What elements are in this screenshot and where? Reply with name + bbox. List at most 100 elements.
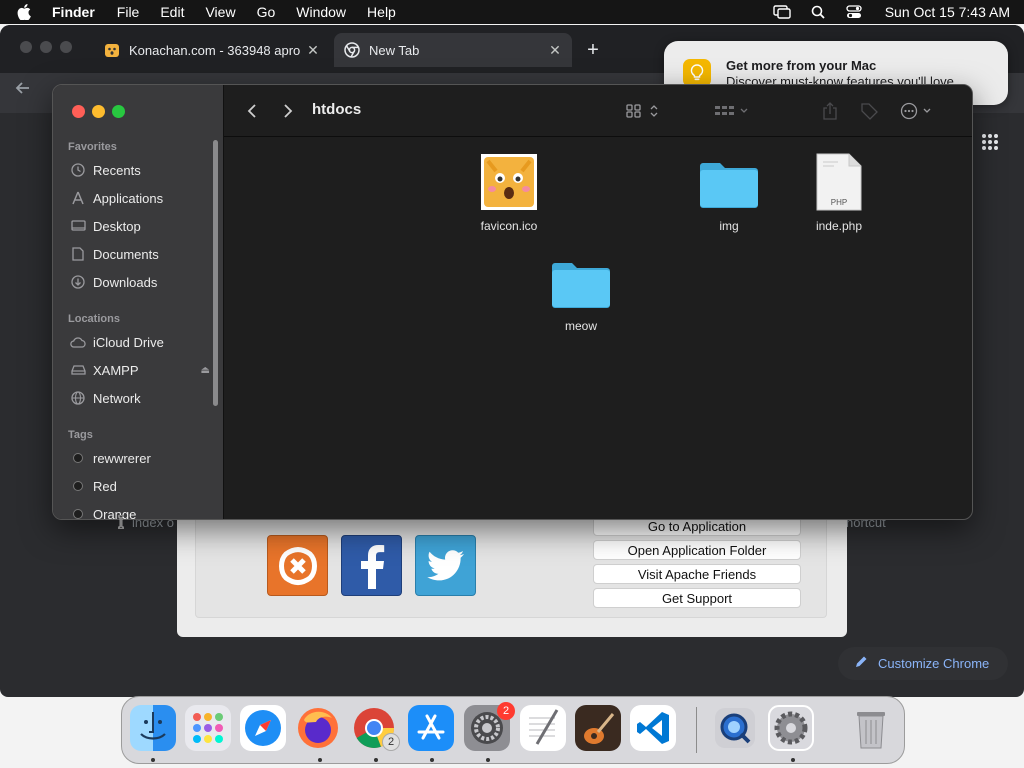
locations-header: Locations xyxy=(68,313,120,325)
sidebar-item-documents[interactable]: Documents xyxy=(70,243,210,265)
text-cursor-icon xyxy=(116,514,126,530)
sidebar-item-label: Desktop xyxy=(93,218,141,234)
get-support-button[interactable]: Get Support xyxy=(593,588,801,608)
running-indicator xyxy=(430,758,434,762)
dock-firefox-icon[interactable] xyxy=(295,705,341,751)
sidebar-item-recents[interactable]: Recents xyxy=(70,159,210,181)
notification-title: Get more from your Mac xyxy=(726,57,877,73)
menu-help[interactable]: Help xyxy=(367,4,396,20)
sidebar-item-downloads[interactable]: Downloads xyxy=(70,271,210,293)
control-center-icon[interactable] xyxy=(845,4,863,20)
view-mode-icon[interactable] xyxy=(625,101,661,121)
folder-meow[interactable]: meow xyxy=(531,257,631,333)
spotlight-icon[interactable] xyxy=(809,4,827,20)
menu-edit[interactable]: Edit xyxy=(160,4,184,20)
php-type-label: PHP xyxy=(830,198,848,207)
network-icon xyxy=(70,390,86,406)
sidebar-item-icloud-drive[interactable]: iCloud Drive xyxy=(70,331,210,353)
back-arrow-icon[interactable] xyxy=(12,77,34,99)
lightbulb-icon xyxy=(683,59,711,87)
chrome-close-button[interactable] xyxy=(20,41,32,53)
dock-textedit-icon[interactable] xyxy=(520,705,566,751)
open-application-folder-button[interactable]: Open Application Folder xyxy=(593,540,801,560)
eject-icon[interactable]: ⏏ xyxy=(201,365,210,376)
sidebar-tag-red[interactable]: Red xyxy=(70,475,210,497)
dock-quicktime-icon[interactable] xyxy=(712,705,758,751)
dock-launchpad-icon[interactable] xyxy=(185,705,231,751)
sidebar-item-label: XAMPP xyxy=(93,362,139,378)
dock-settings-gear-icon[interactable] xyxy=(768,705,814,751)
tab-close-icon[interactable]: ✕ xyxy=(546,41,564,59)
sidebar-item-desktop[interactable]: Desktop xyxy=(70,215,210,237)
finder-close-button[interactable] xyxy=(72,105,85,118)
visit-apache-friends-button[interactable]: Visit Apache Friends xyxy=(593,564,801,584)
document-icon xyxy=(70,246,86,262)
menu-clock[interactable]: Sun Oct 15 7:43 AM xyxy=(885,4,1010,20)
sidebar-item-label: Orange xyxy=(93,506,137,520)
menu-go[interactable]: Go xyxy=(257,4,276,20)
image-file-icon xyxy=(480,153,538,211)
share-icon[interactable] xyxy=(821,101,839,121)
dock-safari-icon[interactable] xyxy=(240,705,286,751)
forward-chevron-icon[interactable] xyxy=(280,101,296,121)
sidebar-item-label: rewwrerer xyxy=(93,450,151,466)
google-apps-grid-icon[interactable] xyxy=(981,133,999,151)
sidebar-scrollbar[interactable] xyxy=(213,140,218,406)
file-name: favicon.ico xyxy=(480,219,538,233)
menu-app-name[interactable]: Finder xyxy=(52,4,95,20)
sidebar-item-xampp[interactable]: XAMPP ⏏ xyxy=(70,359,210,381)
group-by-icon[interactable] xyxy=(713,101,751,121)
xampp-inner-panel: Go to Application Open Application Folde… xyxy=(195,515,827,618)
sidebar-tag-rewwrerer[interactable]: rewwrerer xyxy=(70,447,210,469)
chrome-favicon-icon xyxy=(344,42,360,58)
chrome-badge: 2 xyxy=(382,733,400,751)
finder-folder-title: htdocs xyxy=(312,101,362,118)
more-actions-icon[interactable] xyxy=(900,101,936,121)
facebook-logo-icon[interactable] xyxy=(341,535,402,596)
downloads-icon xyxy=(70,274,86,290)
tag-icon[interactable] xyxy=(859,101,879,121)
back-chevron-icon[interactable] xyxy=(244,101,260,121)
tag-dot-icon xyxy=(73,509,83,519)
running-indicator xyxy=(318,758,322,762)
screen-mirror-icon[interactable] xyxy=(773,4,791,20)
finder-sidebar: Favorites Recents Applications Desktop D… xyxy=(53,85,224,519)
tab-konachan[interactable]: Konachan.com - 363948 apro ✕ xyxy=(92,33,330,67)
customize-chrome-button[interactable]: Customize Chrome xyxy=(838,647,1008,680)
menu-file[interactable]: File xyxy=(117,4,140,20)
finder-zoom-button[interactable] xyxy=(112,105,125,118)
menu-view[interactable]: View xyxy=(205,4,235,20)
dock-app-store-icon[interactable] xyxy=(408,705,454,751)
tab-new-tab[interactable]: New Tab ✕ xyxy=(334,33,572,67)
finder-minimize-button[interactable] xyxy=(92,105,105,118)
chrome-minimize-button[interactable] xyxy=(40,41,52,53)
menu-window[interactable]: Window xyxy=(296,4,346,20)
dock-trash-icon[interactable] xyxy=(848,705,894,751)
sidebar-tag-orange[interactable]: Orange xyxy=(70,503,210,520)
tab-close-icon[interactable]: ✕ xyxy=(304,41,322,59)
file-name: img xyxy=(719,219,739,233)
new-tab-plus-icon[interactable]: + xyxy=(582,39,604,61)
dock: 2 2 xyxy=(121,696,905,764)
file-inde-php[interactable]: PHP inde.php xyxy=(789,153,889,233)
disk-icon xyxy=(70,362,86,378)
dock-vscode-icon[interactable] xyxy=(630,705,676,751)
twitter-logo-icon[interactable] xyxy=(415,535,476,596)
dock-finder-icon[interactable] xyxy=(130,705,176,751)
clock-icon xyxy=(70,162,86,178)
finder-window: Favorites Recents Applications Desktop D… xyxy=(52,84,973,520)
cloud-icon xyxy=(70,334,86,350)
sidebar-item-network[interactable]: Network xyxy=(70,387,210,409)
running-indicator xyxy=(374,758,378,762)
sidebar-item-label: Red xyxy=(93,478,117,494)
file-name: meow xyxy=(564,319,597,333)
xampp-logo-icon[interactable] xyxy=(267,535,328,596)
folder-img[interactable]: img xyxy=(679,157,779,233)
tag-dot-icon xyxy=(73,481,83,491)
sidebar-item-applications[interactable]: Applications xyxy=(70,187,210,209)
apple-icon[interactable] xyxy=(14,3,34,21)
system-settings-badge: 2 xyxy=(497,702,515,720)
file-favicon-ico[interactable]: favicon.ico xyxy=(459,153,559,233)
dock-garageband-icon[interactable] xyxy=(575,705,621,751)
chrome-zoom-button[interactable] xyxy=(60,41,72,53)
